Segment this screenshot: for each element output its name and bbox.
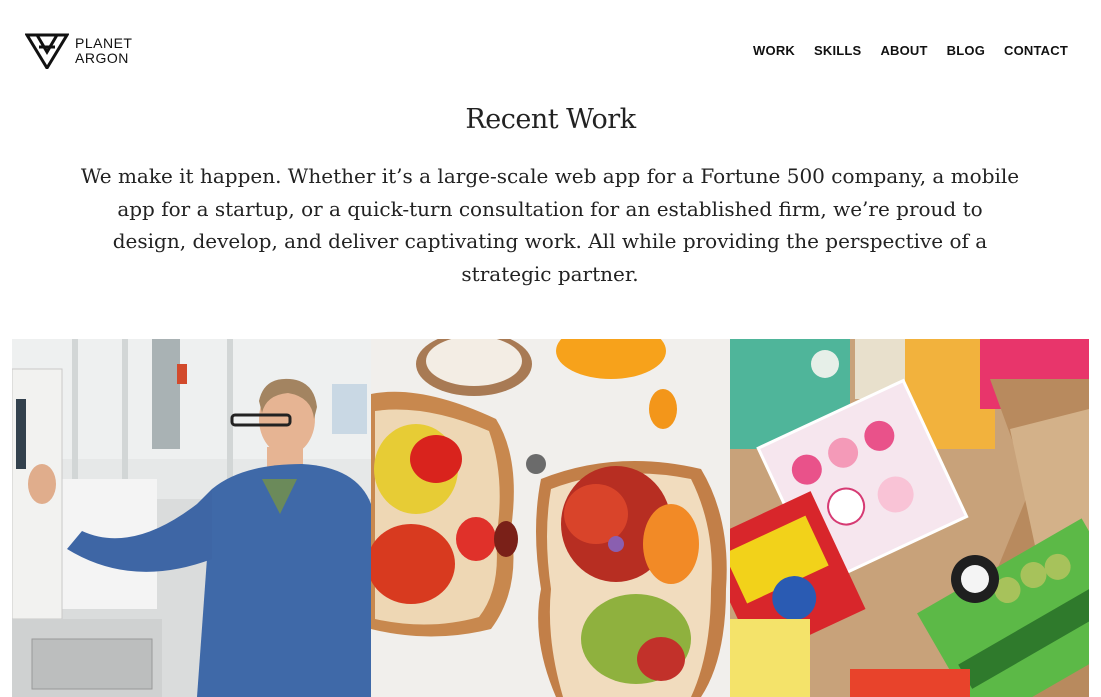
nav-contact[interactable]: CONTACT — [1004, 43, 1068, 58]
main-nav: WORK SKILLS ABOUT BLOG CONTACT — [753, 43, 1068, 58]
page-title: Recent Work — [465, 104, 636, 135]
work-tile-snacks[interactable] — [730, 339, 1089, 697]
logo-triangle-icon — [25, 33, 69, 69]
japanese-snacks-photo — [730, 339, 1089, 697]
factory-worker-photo — [12, 339, 371, 697]
work-tile-toast[interactable] — [371, 339, 730, 697]
nav-blog[interactable]: BLOG — [947, 43, 985, 58]
work-tile-factory[interactable] — [12, 339, 371, 697]
nav-skills[interactable]: SKILLS — [814, 43, 861, 58]
planet-argon-logo[interactable]: PLANET ARGON — [25, 33, 132, 69]
nav-work[interactable]: WORK — [753, 43, 795, 58]
tomato-toast-photo — [371, 339, 730, 697]
work-gallery — [12, 339, 1089, 697]
site-header: PLANET ARGON WORK SKILLS ABOUT BLOG CONT… — [0, 0, 1101, 100]
intro-paragraph: We make it happen. Whether it’s a large-… — [80, 164, 1020, 286]
logo-line-2: ARGON — [75, 50, 129, 66]
logo-line-1: PLANET — [75, 35, 133, 51]
logo-wordmark: PLANET ARGON — [75, 36, 132, 66]
nav-about[interactable]: ABOUT — [880, 43, 927, 58]
